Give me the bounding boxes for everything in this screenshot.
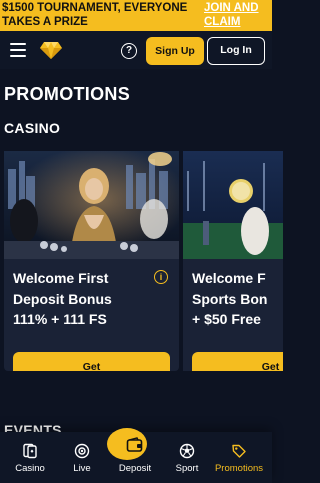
promotions-tag-icon [232, 444, 246, 458]
tab-deposit[interactable]: Deposit [107, 428, 162, 483]
tab-label: Promotions [214, 463, 264, 474]
promo-banner[interactable]: $1500 TOURNAMENT, EVERYONE TAKES A PRIZE… [0, 0, 272, 31]
live-icon [74, 443, 90, 459]
join-and-claim-link[interactable]: JOIN AND CLAIM [204, 2, 266, 29]
get-bonus-button[interactable]: Get [13, 352, 170, 371]
promo-card-welcome-casino[interactable]: Welcome First Deposit Bonus 111% + 111 F… [4, 151, 179, 371]
soccer-ball-icon [179, 443, 195, 459]
get-bonus-button[interactable]: Get [192, 352, 283, 371]
casino-promo-image [4, 151, 179, 259]
sports-promo-image [183, 151, 283, 259]
card-title-line: Welcome F [192, 270, 266, 286]
promo-card-welcome-sports[interactable]: Welcome F Sports Bon + $50 Free Get [183, 151, 283, 371]
top-header: ? Sign Up Log In [0, 31, 272, 69]
bottom-tab-bar: Casino Live Deposit Sport Promotions [0, 428, 272, 483]
tab-label: Deposit [118, 463, 152, 474]
tab-casino[interactable]: Casino [3, 432, 57, 483]
wallet-icon [126, 437, 143, 452]
card-title-line: Sports Bon [192, 290, 268, 307]
tab-label: Live [73, 463, 91, 474]
page-title: PROMOTIONS [4, 84, 131, 104]
section-title-casino: CASINO [4, 120, 61, 136]
tab-label: Sport [175, 463, 199, 474]
info-icon[interactable]: i [154, 270, 168, 284]
tab-label: Casino [15, 463, 45, 474]
tab-sport[interactable]: Sport [160, 432, 214, 483]
card-title-line: 111% + 111 FS [13, 311, 107, 327]
help-icon[interactable]: ? [121, 43, 137, 59]
card-title-line: Welcome First [13, 270, 109, 286]
card-title: Welcome F Sports Bon + $50 Free [192, 268, 283, 330]
tab-promotions[interactable]: Promotions [212, 432, 266, 483]
diamond-logo-icon[interactable] [39, 40, 63, 60]
tab-live[interactable]: Live [55, 432, 109, 483]
casino-icon [23, 443, 37, 459]
card-title-line: Deposit Bonus [13, 290, 112, 307]
log-in-button[interactable]: Log In [207, 37, 265, 65]
card-title: Welcome First Deposit Bonus 111% + 111 F… [13, 268, 163, 330]
card-title-line: + $50 Free [192, 311, 261, 327]
banner-text: $1500 TOURNAMENT, EVERYONE TAKES A PRIZE [2, 2, 188, 28]
sign-up-button[interactable]: Sign Up [146, 37, 204, 65]
menu-icon[interactable] [10, 43, 26, 57]
